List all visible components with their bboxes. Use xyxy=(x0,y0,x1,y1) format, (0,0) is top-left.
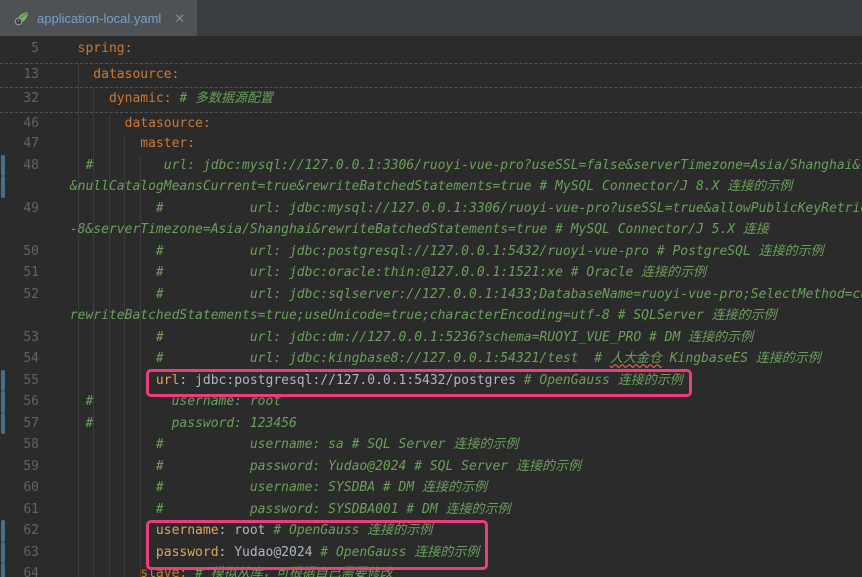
code-text: dynamic: # 多数据源配置 xyxy=(51,88,862,109)
code-text: # url: jdbc:dm://127.0.0.1:5236?schema=R… xyxy=(51,327,862,349)
tab-application-local-yaml[interactable]: application-local.yaml ✕ xyxy=(0,0,197,36)
code-line-wrap[interactable]: &nullCatalogMeansCurrent=true&rewriteBat… xyxy=(0,176,862,198)
line-number xyxy=(0,219,51,241)
line-number: 62 xyxy=(0,520,51,542)
vcs-change-marker xyxy=(1,413,5,435)
code-line[interactable]: 13 datasource: xyxy=(0,63,862,85)
line-number: 46 xyxy=(0,113,51,134)
vcs-change-marker xyxy=(1,542,5,564)
vcs-change-marker xyxy=(1,563,5,577)
line-number: 52 xyxy=(0,284,51,306)
line-number xyxy=(0,176,51,198)
code-line[interactable]: 62 username: root # OpenGauss 连接的示例 xyxy=(0,520,862,542)
line-number: 50 xyxy=(0,241,51,263)
code-line[interactable]: 52 # url: jdbc:sqlserver://127.0.0.1:143… xyxy=(0,284,862,306)
ide-window: application-local.yaml ✕ 5 spring:13 dat… xyxy=(0,0,862,577)
line-number: 57 xyxy=(0,413,51,435)
code-line[interactable]: 57 # password: 123456 xyxy=(0,413,862,435)
code-text: # password: 123456 xyxy=(51,413,862,435)
code-text: datasource: xyxy=(51,64,862,85)
code-line[interactable]: 64 slave: # 模拟从库，可根据自己需要修改 xyxy=(0,563,862,577)
line-number: 54 xyxy=(0,348,51,370)
line-number: 64 xyxy=(0,563,51,577)
code-text: # url: jdbc:mysql://127.0.0.1:3306/ruoyi… xyxy=(51,155,862,177)
code-text: # url: jdbc:postgresql://127.0.0.1:5432/… xyxy=(51,241,862,263)
vcs-change-marker xyxy=(1,155,5,177)
code-line[interactable]: 61 # password: SYSDBA001 # DM 连接的示例 xyxy=(0,499,862,521)
code-line[interactable]: 50 # url: jdbc:postgresql://127.0.0.1:54… xyxy=(0,241,862,263)
code-rows: 5 spring:13 datasource:32 dynamic: # 多数据… xyxy=(0,38,862,577)
code-line[interactable]: 63 password: Yudao@2024 # OpenGauss 连接的示… xyxy=(0,542,862,564)
code-text: url: jdbc:postgresql://127.0.0.1:5432/po… xyxy=(51,370,862,392)
vcs-change-marker xyxy=(1,370,5,392)
line-number: 63 xyxy=(0,542,51,564)
code-text: # username: sa # SQL Server 连接的示例 xyxy=(51,434,862,456)
line-number: 53 xyxy=(0,327,51,349)
code-line[interactable]: 59 # password: Yudao@2024 # SQL Server 连… xyxy=(0,456,862,478)
line-number: 61 xyxy=(0,499,51,521)
line-number: 59 xyxy=(0,456,51,478)
code-line[interactable]: 58 # username: sa # SQL Server 连接的示例 xyxy=(0,434,862,456)
code-text: spring: xyxy=(51,38,862,60)
line-number: 32 xyxy=(0,88,51,109)
code-text: # url: jdbc:kingbase8://127.0.0.1:54321/… xyxy=(51,348,862,370)
code-line[interactable]: 54 # url: jdbc:kingbase8://127.0.0.1:543… xyxy=(0,348,862,370)
code-text: password: Yudao@2024 # OpenGauss 连接的示例 xyxy=(51,542,862,564)
vcs-change-marker xyxy=(1,176,5,198)
line-number: 48 xyxy=(0,155,51,177)
code-text: master: xyxy=(51,133,862,155)
code-line[interactable]: 49 # url: jdbc:mysql://127.0.0.1:3306/ru… xyxy=(0,198,862,220)
tab-title: application-local.yaml xyxy=(37,11,161,26)
vcs-change-marker xyxy=(1,391,5,413)
code-editor: 5 spring:13 datasource:32 dynamic: # 多数据… xyxy=(0,36,862,577)
code-line[interactable]: 47 master: xyxy=(0,133,862,155)
code-line-wrap[interactable]: rewriteBatchedStatements=true;useUnicode… xyxy=(0,305,862,327)
line-number: 55 xyxy=(0,370,51,392)
tab-close-icon[interactable]: ✕ xyxy=(174,12,185,25)
code-line[interactable]: 55 url: jdbc:postgresql://127.0.0.1:5432… xyxy=(0,370,862,392)
code-text: rewriteBatchedStatements=true;useUnicode… xyxy=(51,305,862,327)
code-text: slave: # 模拟从库，可根据自己需要修改 xyxy=(51,563,862,577)
code-line[interactable]: 32 dynamic: # 多数据源配置 xyxy=(0,87,862,109)
line-number xyxy=(0,305,51,327)
editor-tab-bar: application-local.yaml ✕ xyxy=(0,0,862,36)
code-text: # username: SYSDBA # DM 连接的示例 xyxy=(51,477,862,499)
line-number: 5 xyxy=(0,38,51,60)
code-line[interactable]: 46 datasource: xyxy=(0,112,862,134)
code-text: # username: root xyxy=(51,391,862,413)
line-number: 13 xyxy=(0,64,51,85)
line-number: 60 xyxy=(0,477,51,499)
code-text: # url: jdbc:oracle:thin:@127.0.0.1:1521:… xyxy=(51,262,862,284)
code-text: datasource: xyxy=(51,113,862,134)
code-line[interactable]: 5 spring: xyxy=(0,38,862,60)
code-text: # password: SYSDBA001 # DM 连接的示例 xyxy=(51,499,862,521)
vcs-change-marker xyxy=(1,520,5,542)
code-line[interactable]: 48 # url: jdbc:mysql://127.0.0.1:3306/ru… xyxy=(0,155,862,177)
code-line[interactable]: 60 # username: SYSDBA # DM 连接的示例 xyxy=(0,477,862,499)
code-text: # url: jdbc:sqlserver://127.0.0.1:1433;D… xyxy=(51,284,862,306)
code-text: # password: Yudao@2024 # SQL Server 连接的示… xyxy=(51,456,862,478)
line-number: 49 xyxy=(0,198,51,220)
code-text: # url: jdbc:mysql://127.0.0.1:3306/ruoyi… xyxy=(51,198,862,220)
code-line-wrap[interactable]: -8&serverTimezone=Asia/Shanghai&rewriteB… xyxy=(0,219,862,241)
code-text: -8&serverTimezone=Asia/Shanghai&rewriteB… xyxy=(51,219,862,241)
line-number: 47 xyxy=(0,133,51,155)
code-line[interactable]: 53 # url: jdbc:dm://127.0.0.1:5236?schem… xyxy=(0,327,862,349)
code-line[interactable]: 56 # username: root xyxy=(0,391,862,413)
line-number: 51 xyxy=(0,262,51,284)
spring-boot-leaf-icon xyxy=(14,10,30,26)
line-number: 56 xyxy=(0,391,51,413)
code-text: username: root # OpenGauss 连接的示例 xyxy=(51,520,862,542)
line-number: 58 xyxy=(0,434,51,456)
code-line[interactable]: 51 # url: jdbc:oracle:thin:@127.0.0.1:15… xyxy=(0,262,862,284)
code-text: &nullCatalogMeansCurrent=true&rewriteBat… xyxy=(51,176,862,198)
